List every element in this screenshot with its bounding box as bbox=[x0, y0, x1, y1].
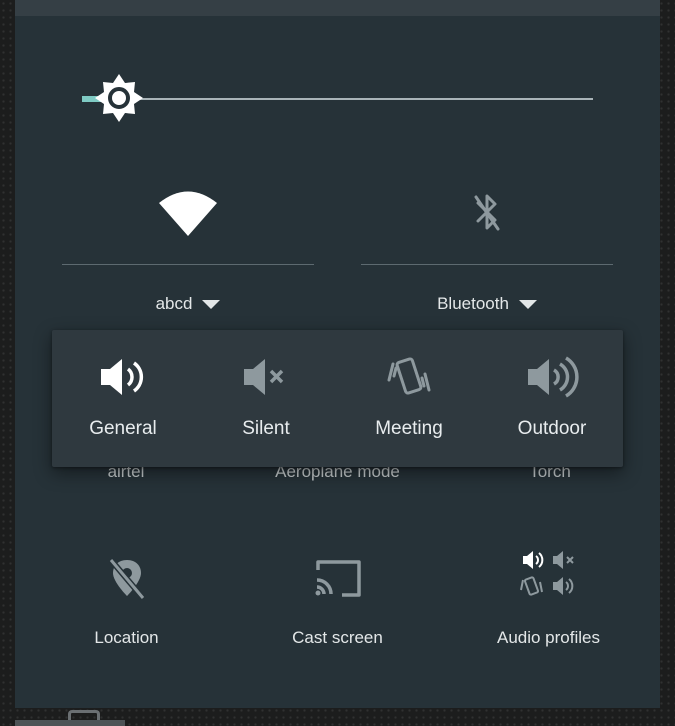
speaker-icon bbox=[101, 359, 144, 395]
loud-speaker-icon bbox=[528, 356, 579, 398]
bluetooth-off-icon bbox=[474, 194, 500, 231]
profile-outdoor[interactable]: Outdoor bbox=[481, 330, 623, 467]
profile-outdoor-label: Outdoor bbox=[517, 418, 587, 439]
location-tile[interactable]: Location bbox=[19, 548, 234, 658]
wifi-network-selector[interactable]: abcd bbox=[62, 294, 314, 314]
audio-profiles-label: Audio profiles bbox=[496, 628, 600, 647]
background-bar bbox=[15, 720, 125, 726]
location-off-icon bbox=[108, 558, 145, 600]
bluetooth-divider bbox=[361, 264, 613, 265]
location-label: Location bbox=[94, 628, 159, 647]
quick-settings-panel: abcd Bluetooth airtel Aeroplane mode Tor… bbox=[15, 0, 660, 708]
audio-profiles-tile[interactable]: Audio profiles bbox=[441, 548, 656, 658]
chevron-down-icon bbox=[518, 299, 537, 309]
brightness-row bbox=[15, 0, 660, 150]
profile-meeting-label: Meeting bbox=[375, 418, 443, 439]
cast-icon bbox=[315, 560, 361, 597]
wifi-network-name: abcd bbox=[155, 294, 193, 313]
profile-meeting[interactable]: Meeting bbox=[338, 330, 480, 467]
bluetooth-selector[interactable]: Bluetooth bbox=[361, 294, 613, 314]
profile-general-label: General bbox=[89, 418, 157, 439]
vibrate-icon bbox=[387, 357, 431, 395]
wifi-icon bbox=[159, 191, 217, 236]
profile-general[interactable]: General bbox=[52, 330, 194, 467]
bluetooth-label: Bluetooth bbox=[437, 294, 509, 313]
profile-silent-label: Silent bbox=[242, 418, 290, 439]
profile-silent[interactable]: Silent bbox=[195, 330, 337, 467]
bluetooth-tile[interactable]: Bluetooth bbox=[361, 180, 613, 330]
brightness-sun-icon[interactable] bbox=[94, 73, 144, 123]
brightness-slider-track[interactable] bbox=[103, 98, 593, 100]
wifi-tile[interactable]: abcd bbox=[62, 180, 314, 330]
wifi-divider bbox=[62, 264, 314, 265]
cast-screen-tile[interactable]: Cast screen bbox=[230, 548, 445, 658]
cast-screen-label: Cast screen bbox=[292, 628, 383, 647]
chevron-down-icon bbox=[202, 299, 221, 309]
mute-icon bbox=[244, 359, 284, 395]
audio-profiles-popup: General Silent Meeting Outdoor bbox=[52, 330, 623, 467]
audio-profiles-icon bbox=[519, 551, 574, 596]
